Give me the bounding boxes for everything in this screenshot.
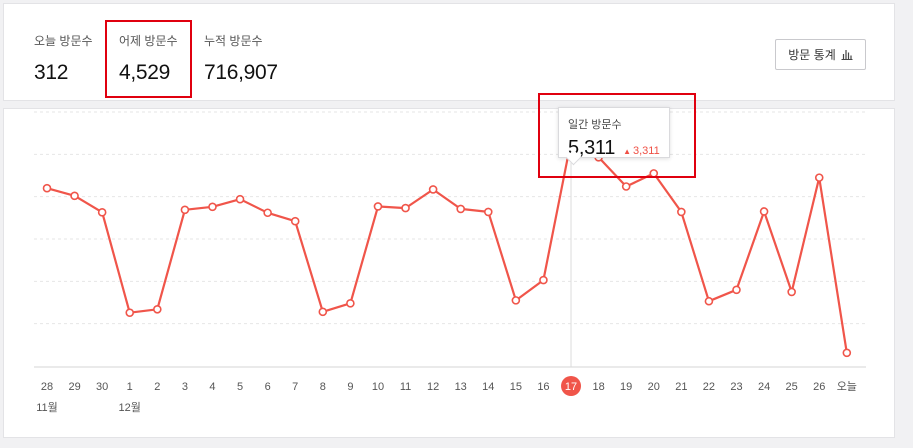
daily-visits-chart-card: 28 29 30 1 2 3 4 5 6 7 8 9 10 11 12 13 14 15 16 17 18 19 20 21 2… (3, 108, 895, 438)
x-tick-label[interactable]: 14 (482, 381, 494, 393)
total-visits: 누적 방문수 716,907 (204, 32, 278, 85)
daily-visits-chart: 28 29 30 1 2 3 4 5 6 7 8 9 10 11 12 13 14 15 16 17 18 19 20 21 2… (34, 111, 866, 414)
x-tick-label[interactable]: 25 (786, 381, 798, 393)
up-triangle-icon: ▲ (623, 147, 631, 156)
x-tick-label[interactable]: 22 (703, 381, 715, 393)
total-visits-value: 716,907 (204, 61, 278, 84)
x-tick-label[interactable]: 2 (154, 381, 160, 393)
yesterday-visits-label: 어제 방문수 (119, 34, 178, 48)
series-line (46, 140, 848, 353)
x-tick-label[interactable]: 9 (347, 381, 353, 393)
data-point[interactable] (511, 296, 521, 305)
x-tick-label[interactable]: 7 (292, 381, 298, 393)
data-point[interactable] (70, 191, 79, 201)
data-point[interactable] (42, 183, 52, 193)
month-label: 12월 (119, 401, 141, 414)
today-visits: 오늘 방문수 312 (34, 32, 93, 85)
x-tick-label[interactable]: 1 (127, 381, 133, 393)
x-tick-label[interactable]: 6 (265, 381, 271, 393)
data-point[interactable] (759, 207, 769, 216)
data-point[interactable] (704, 296, 714, 306)
total-visits-label: 누적 방문수 (204, 34, 263, 48)
data-point[interactable] (677, 207, 686, 217)
data-point[interactable] (208, 202, 217, 212)
data-point[interactable] (483, 207, 493, 217)
yesterday-visits: 어제 방문수 4,529 (119, 32, 178, 85)
x-tick-label[interactable]: 4 (209, 381, 215, 393)
tooltip-change: 3,311 (633, 145, 660, 157)
x-tick-label[interactable]: 18 (592, 381, 604, 393)
x-tick-label[interactable]: 29 (68, 381, 80, 393)
visit-stats-button[interactable]: 방문 통계 (775, 39, 866, 70)
data-point[interactable] (621, 182, 631, 191)
data-point[interactable] (97, 208, 107, 217)
data-point[interactable] (539, 275, 548, 285)
data-point[interactable] (290, 216, 300, 226)
x-tick-label[interactable]: 21 (675, 381, 687, 393)
today-visits-label: 오늘 방문수 (34, 34, 93, 48)
x-tick-label[interactable]: 20 (648, 381, 660, 393)
x-tick-label[interactable]: 오늘 (837, 380, 857, 393)
data-point[interactable] (373, 202, 383, 211)
x-tick-label[interactable]: 24 (758, 381, 770, 393)
tooltip-value: 5,311 (568, 137, 616, 159)
data-point[interactable] (235, 194, 245, 204)
data-point[interactable] (263, 208, 272, 218)
x-tick-label[interactable]: 8 (320, 381, 326, 393)
today-visits-value: 312 (34, 61, 69, 84)
data-point[interactable] (814, 173, 824, 182)
data-point[interactable] (732, 285, 741, 295)
x-tick-label[interactable]: 13 (455, 381, 467, 393)
x-tick-label[interactable]: 3 (182, 381, 188, 393)
visit-summary-card: 오늘 방문수 312 어제 방문수 4,529 누적 방문수 716,907 방… (3, 3, 895, 101)
daily-visits-tooltip: 일간 방문수 5,311 ▲ 3,311 (558, 107, 670, 159)
data-point[interactable] (649, 169, 659, 178)
data-point[interactable] (428, 185, 438, 194)
x-tick-label[interactable]: 30 (96, 381, 108, 393)
month-label: 11월 (36, 401, 58, 414)
data-point[interactable] (180, 205, 190, 215)
x-tick-label[interactable]: 5 (237, 381, 243, 393)
x-tick-label[interactable]: 23 (730, 381, 742, 393)
data-point[interactable] (153, 304, 162, 314)
x-tick-label[interactable]: 16 (537, 381, 549, 393)
data-point[interactable] (318, 307, 328, 317)
yesterday-visits-value: 4,529 (119, 61, 171, 84)
data-point[interactable] (346, 299, 355, 308)
data-point[interactable] (842, 348, 852, 358)
data-point[interactable] (787, 287, 796, 297)
tooltip-label: 일간 방문수 (568, 119, 622, 131)
x-tick-label[interactable]: 15 (510, 381, 522, 393)
x-tick-label[interactable]: 12 (427, 381, 439, 393)
x-tick-label[interactable]: 11 (400, 381, 411, 393)
x-tick-label[interactable]: 28 (41, 381, 53, 393)
x-tick-label[interactable]: 17 (565, 381, 577, 393)
x-tick-label[interactable]: 10 (372, 381, 384, 393)
x-tick-label[interactable]: 26 (813, 381, 825, 393)
bar-chart-icon (841, 50, 853, 60)
data-point[interactable] (401, 203, 410, 213)
data-point[interactable] (125, 308, 135, 317)
visit-stats-button-label: 방문 통계 (788, 48, 836, 62)
data-point[interactable] (456, 204, 466, 214)
x-tick-label[interactable]: 19 (620, 381, 632, 393)
